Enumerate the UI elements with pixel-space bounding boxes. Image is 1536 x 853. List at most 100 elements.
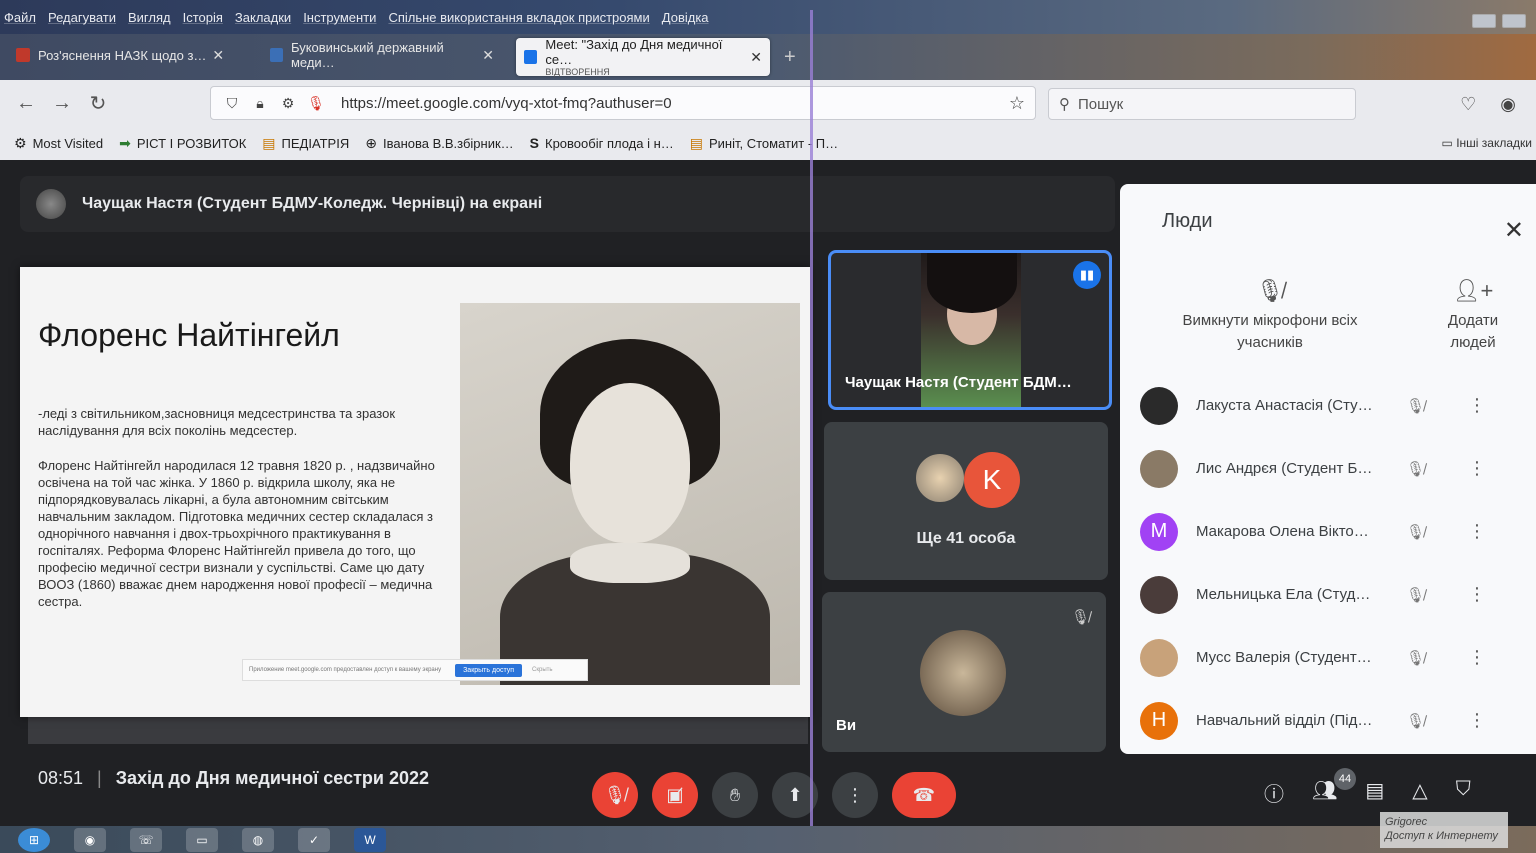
people-icon[interactable]: 👥︎	[1312, 778, 1337, 807]
mic-off-icon[interactable]: 🎙︎̸	[1406, 649, 1425, 667]
antivirus-icon[interactable]: ✓	[298, 827, 330, 852]
bookmark-fetal-circulation[interactable]: S Кровообіг плода і н…	[530, 135, 674, 151]
participant-row[interactable]: Мусс Валерія (Студент… 🎙︎̸ ⋮	[1140, 626, 1520, 689]
minimize-button[interactable]	[1472, 14, 1496, 28]
more-options-icon[interactable]: ⋮	[1468, 395, 1486, 416]
mic-off-icon[interactable]: 🎙︎̸	[1406, 523, 1425, 541]
bookmark-label: Інші закладки	[1456, 136, 1532, 150]
add-people-button[interactable]: 👤︎+ Додати людей	[1438, 280, 1508, 354]
bookmark-other[interactable]: ▭ Інші закладки	[1442, 136, 1532, 150]
mic-off-icon: 🎙︎̸	[603, 784, 627, 805]
permissions-icon[interactable]: ⚙	[277, 95, 299, 112]
info-icon[interactable]: ⓘ	[1264, 778, 1284, 807]
menu-file[interactable]: Файл	[4, 10, 36, 25]
more-options-button[interactable]: ⋮	[832, 772, 878, 818]
search-placeholder: Пошук	[1078, 95, 1124, 113]
close-icon[interactable]: ✕	[212, 47, 224, 64]
start-icon[interactable]: ⊞	[18, 827, 50, 852]
address-bar[interactable]: ⛉ 🔒︎ ⚙ 🎙︎ https://meet.google.com/vyq-xt…	[210, 86, 1036, 120]
menu-view[interactable]: Вигляд	[128, 10, 171, 25]
bookmark-ivanova[interactable]: ⊕ Іванова В.В.збірник…	[365, 135, 513, 152]
more-options-icon[interactable]: ⋮	[1468, 647, 1486, 668]
hide-notice-button[interactable]: Скрыть	[532, 667, 552, 673]
activities-icon[interactable]: △	[1412, 778, 1427, 807]
portrait-face	[570, 383, 690, 543]
others-tile[interactable]: K Ще 41 особа	[824, 422, 1108, 580]
chat-icon[interactable]: ▤	[1365, 778, 1384, 807]
menu-tab-sharing[interactable]: Спільне використання вкладок пристроями	[388, 10, 649, 25]
camera-toggle-button[interactable]: ▣̸	[652, 772, 698, 818]
more-options-icon[interactable]: ⋮	[1468, 521, 1486, 542]
lock-icon[interactable]: 🔒︎	[249, 95, 271, 112]
close-icon[interactable]: ✕	[482, 47, 494, 64]
more-options-icon[interactable]: ⋮	[1468, 710, 1486, 731]
tab-bdmu[interactable]: Буковинський державний меди… ✕	[262, 38, 502, 72]
mute-all-label: Вимкнути мікрофони всіх учасників	[1182, 312, 1358, 351]
menu-bookmarks[interactable]: Закладки	[235, 10, 291, 25]
leave-call-button[interactable]: ☎︎	[892, 772, 956, 818]
forward-icon[interactable]: →	[44, 92, 80, 115]
stop-sharing-button[interactable]: Закрыть доступ	[455, 663, 523, 677]
mic-off-icon[interactable]: 🎙︎̸	[1406, 397, 1425, 415]
word-icon[interactable]: W	[354, 827, 386, 852]
viber-icon[interactable]: ☏	[130, 827, 162, 852]
share-notice-text: Приложение meet.google.com предоставлен …	[249, 667, 442, 673]
firefox-icon[interactable]: ◍	[242, 827, 274, 852]
raise-hand-button[interactable]: ✋︎	[712, 772, 758, 818]
tab-meet[interactable]: Meet: "Захід до Дня медичної се… ВІДТВОР…	[516, 37, 770, 77]
presenter-tile[interactable]: ▮▮ Чаущак Настя (Студент БДМ…	[828, 250, 1112, 410]
extension-icon[interactable]: ◉	[1500, 94, 1516, 115]
close-icon[interactable]: ✕	[1504, 216, 1524, 245]
presenter-avatar	[36, 189, 66, 219]
microphone-icon[interactable]: 🎙︎	[305, 95, 327, 112]
close-icon[interactable]: ✕	[750, 49, 762, 66]
add-person-icon: 👤︎+	[1452, 278, 1494, 303]
bookmark-rhinitis[interactable]: ▤ Риніт, Стоматит - П…	[690, 135, 838, 152]
participant-row[interactable]: M Макарова Олена Вікто… 🎙︎̸ ⋮	[1140, 500, 1520, 563]
participant-row[interactable]: Мельницька Ела (Студ… 🎙︎̸ ⋮	[1140, 563, 1520, 626]
back-icon[interactable]: ←	[8, 92, 44, 115]
tab-nazk[interactable]: Роз'яснення НАЗК щодо з… ✕	[8, 38, 248, 72]
bookmark-most-visited[interactable]: ⚙ Most Visited	[14, 135, 103, 152]
mic-off-icon[interactable]: 🎙︎̸	[1406, 712, 1425, 730]
menu-help[interactable]: Довідка	[662, 10, 709, 25]
self-tile[interactable]: 🎙︎̸ Ви	[822, 592, 1106, 752]
present-screen-icon: ⬆	[787, 784, 803, 805]
host-controls-icon[interactable]: ⛉	[1456, 778, 1471, 807]
bookmark-growth[interactable]: ➡ РІСТ І РОЗВИТОК	[119, 135, 246, 152]
more-options-icon[interactable]: ⋮	[1468, 458, 1486, 479]
folder-icon[interactable]: ▭	[186, 827, 218, 852]
participant-name: Мельницька Ела (Студ…	[1196, 586, 1371, 603]
participant-row[interactable]: Лис Андрєя (Студент Б… 🎙︎̸ ⋮	[1140, 437, 1520, 500]
chrome-icon[interactable]: ◉	[74, 827, 106, 852]
meeting-time: 08:51	[38, 768, 84, 788]
maximize-button[interactable]	[1502, 14, 1526, 28]
participant-row[interactable]: H Навчальний відділ (Під… 🎙︎̸ ⋮	[1140, 689, 1520, 752]
meeting-info: 08:51 | Захід до Дня медичної сестри 202…	[38, 768, 429, 789]
more-options-icon[interactable]: ⋮	[1468, 584, 1486, 605]
meeting-side-controls: ⓘ 👥︎ ▤ △ ⛉	[1264, 778, 1471, 807]
calendar-icon	[270, 48, 283, 62]
shared-screen: Флоренс Найтінгейл -леді з світильником,…	[20, 267, 810, 717]
url-text[interactable]: https://meet.google.com/vyq-xtot-fmq?aut…	[341, 95, 672, 112]
network-tooltip: Grigorec Доступ к Интернету	[1380, 812, 1508, 848]
participant-name: Лакуста Анастасія (Сту…	[1196, 397, 1373, 414]
mute-all-button[interactable]: 🎙︎̸ Вимкнути мікрофони всіх учасників	[1160, 280, 1380, 354]
bookmark-star-icon[interactable]: ☆	[1009, 93, 1025, 114]
hand-icon: ✋︎	[729, 784, 741, 805]
participant-avatar	[1140, 449, 1178, 488]
mic-off-icon[interactable]: 🎙︎̸	[1406, 586, 1425, 604]
reload-icon[interactable]: ↻	[80, 91, 116, 116]
new-tab-icon[interactable]: +	[784, 46, 796, 69]
mic-toggle-button[interactable]: 🎙︎̸	[592, 772, 638, 818]
menu-history[interactable]: Історія	[183, 10, 223, 25]
bookmark-pediatrics[interactable]: ▤ ПЕДІАТРІЯ	[262, 135, 349, 152]
participant-row[interactable]: Лакуста Анастасія (Сту… 🎙︎̸ ⋮	[1140, 374, 1520, 437]
participant-name: Мусс Валерія (Студент…	[1196, 649, 1372, 666]
mic-off-icon[interactable]: 🎙︎̸	[1406, 460, 1425, 478]
search-input[interactable]: ⚲ Пошук	[1048, 88, 1356, 120]
menu-tools[interactable]: Інструменти	[303, 10, 376, 25]
shield-icon[interactable]: ⛉	[221, 95, 243, 112]
menu-edit[interactable]: Редагувати	[48, 10, 116, 25]
pocket-icon[interactable]: ♡	[1460, 94, 1476, 115]
